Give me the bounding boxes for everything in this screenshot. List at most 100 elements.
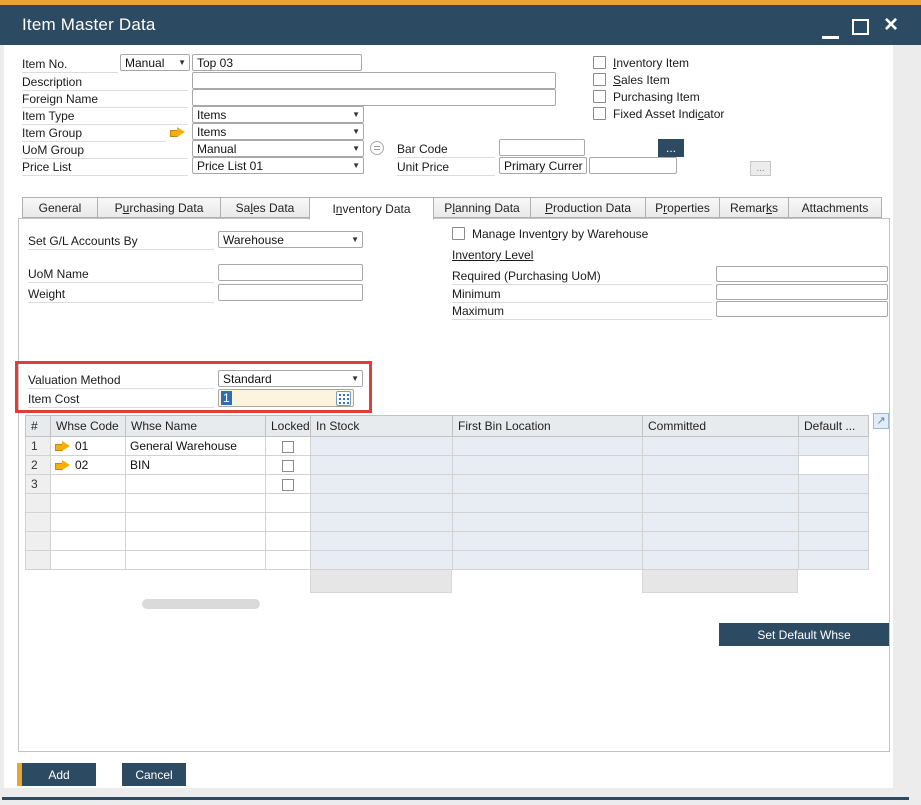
- cancel-button[interactable]: Cancel: [122, 763, 186, 786]
- required-input[interactable]: [716, 266, 888, 282]
- whse-name-cell[interactable]: BIN: [126, 456, 266, 475]
- add-button[interactable]: Add: [17, 763, 96, 786]
- uom-name-label: UoM Name: [28, 267, 214, 283]
- maximum-label: Maximum: [452, 304, 712, 320]
- maximize-icon[interactable]: [852, 19, 869, 35]
- tab-planning-data[interactable]: Planning Data: [433, 197, 531, 218]
- link-arrow-icon[interactable]: [55, 441, 70, 452]
- tab-properties[interactable]: Properties: [645, 197, 720, 218]
- table-row: 2 02 BIN: [26, 456, 869, 475]
- expand-table-icon[interactable]: ↗: [873, 413, 889, 429]
- chevron-down-icon: ▼: [586, 161, 587, 170]
- chevron-down-icon: ▼: [352, 161, 360, 170]
- item-no-label: Item No.: [22, 57, 118, 73]
- default-cell: [799, 437, 869, 456]
- minimize-icon[interactable]: [822, 36, 839, 39]
- chevron-down-icon: ▼: [351, 235, 359, 244]
- required-label: Required (Purchasing UoM): [452, 269, 712, 285]
- chevron-down-icon: ▼: [352, 144, 360, 153]
- first-bin-cell: [453, 475, 643, 494]
- chevron-down-icon: ▼: [352, 110, 360, 119]
- table-row: 1 01 General Warehouse: [26, 437, 869, 456]
- col-header-default[interactable]: Default ...: [799, 416, 869, 437]
- uom-group-dropdown[interactable]: Manual▼: [192, 140, 364, 157]
- link-arrow-icon[interactable]: [170, 127, 185, 138]
- description-input[interactable]: [192, 72, 556, 89]
- col-header-first-bin[interactable]: First Bin Location: [453, 416, 643, 437]
- chevron-down-icon: ▼: [352, 127, 360, 136]
- tab-attachments[interactable]: Attachments: [788, 197, 882, 218]
- unit-price-currency-dropdown[interactable]: Primary Currer▼: [499, 157, 587, 174]
- unit-price-input[interactable]: [589, 157, 677, 174]
- tab-production-data[interactable]: Production Data: [530, 197, 646, 218]
- item-no-type-dropdown[interactable]: Manual▼: [120, 54, 190, 71]
- col-header-num[interactable]: #: [26, 416, 51, 437]
- item-type-dropdown[interactable]: Items▼: [192, 106, 364, 123]
- purchasing-item-checkbox[interactable]: [593, 90, 606, 103]
- weight-input[interactable]: [218, 284, 363, 301]
- locked-checkbox[interactable]: [282, 460, 294, 472]
- tab-general[interactable]: General: [22, 197, 98, 218]
- set-gl-accounts-dropdown[interactable]: Warehouse▼: [218, 231, 363, 248]
- col-header-locked[interactable]: Locked: [266, 416, 311, 437]
- locked-checkbox[interactable]: [282, 441, 294, 453]
- whse-code-cell[interactable]: 01: [51, 437, 126, 456]
- window-title: Item Master Data: [22, 15, 156, 35]
- tab-purchasing-data[interactable]: Purchasing Data: [97, 197, 221, 218]
- set-gl-accounts-label: Set G/L Accounts By: [28, 234, 214, 250]
- minimum-input[interactable]: [716, 284, 888, 300]
- default-cell[interactable]: [799, 456, 869, 475]
- manage-inventory-checkbox[interactable]: [452, 227, 465, 240]
- locked-checkbox[interactable]: [282, 479, 294, 491]
- price-list-dropdown[interactable]: Price List 01▼: [192, 157, 364, 174]
- link-arrow-icon[interactable]: [55, 460, 70, 471]
- col-header-committed[interactable]: Committed: [643, 416, 799, 437]
- close-icon[interactable]: ×: [884, 13, 898, 37]
- row-number: 3: [26, 475, 51, 494]
- in-stock-total-cell: [310, 570, 452, 593]
- item-master-data-window: Item Master Data × Item No. Manual▼ Top …: [0, 0, 921, 805]
- unit-price-more-button[interactable]: ...: [750, 161, 771, 176]
- fixed-asset-checkbox[interactable]: [593, 107, 606, 120]
- tab-sales-data[interactable]: Sales Data: [220, 197, 310, 218]
- locked-cell[interactable]: [266, 437, 311, 456]
- horizontal-scrollbar[interactable]: [142, 599, 260, 609]
- set-default-whse-button[interactable]: Set Default Whse: [719, 623, 889, 646]
- whse-name-cell[interactable]: [126, 475, 266, 494]
- col-header-in-stock[interactable]: In Stock: [311, 416, 453, 437]
- locked-cell[interactable]: [266, 475, 311, 494]
- row-number: 1: [26, 437, 51, 456]
- first-bin-cell: [453, 456, 643, 475]
- tabstrip: General Purchasing Data Sales Data Inven…: [22, 197, 881, 220]
- maximum-input[interactable]: [716, 301, 888, 317]
- committed-cell: [643, 475, 799, 494]
- uom-name-input[interactable]: [218, 264, 363, 281]
- inventory-item-checkbox[interactable]: [593, 56, 606, 69]
- whse-name-cell[interactable]: General Warehouse: [126, 437, 266, 456]
- sales-item-checkbox[interactable]: [593, 73, 606, 86]
- whse-code-cell[interactable]: 02: [51, 456, 126, 475]
- col-header-whse-name[interactable]: Whse Name: [126, 416, 266, 437]
- table-row: [26, 513, 869, 532]
- warehouse-table: # Whse Code Whse Name Locked In Stock Fi…: [25, 415, 869, 570]
- titlebar[interactable]: Item Master Data ×: [0, 5, 921, 45]
- locked-cell[interactable]: [266, 456, 311, 475]
- committed-total-cell: [642, 570, 798, 593]
- window-bottom-border: [2, 797, 909, 800]
- item-no-input[interactable]: Top 03: [192, 54, 362, 71]
- inventory-item-label: Inventory Item: [613, 56, 689, 70]
- default-cell: [799, 475, 869, 494]
- weight-label: Weight: [28, 287, 214, 303]
- uom-group-label: UoM Group: [22, 143, 188, 159]
- bar-code-input[interactable]: [499, 139, 585, 156]
- bar-code-label: Bar Code: [397, 142, 495, 158]
- bar-code-browse-button[interactable]: ...: [658, 139, 684, 157]
- whse-code-cell[interactable]: [51, 475, 126, 494]
- tab-remarks[interactable]: Remarks: [719, 197, 789, 218]
- foreign-name-input[interactable]: [192, 89, 556, 106]
- uom-detail-icon[interactable]: [370, 141, 384, 155]
- item-group-dropdown[interactable]: Items▼: [192, 123, 364, 140]
- col-header-whse-code[interactable]: Whse Code: [51, 416, 126, 437]
- tab-inventory-data[interactable]: Inventory Data: [309, 197, 434, 220]
- description-label: Description: [22, 75, 188, 91]
